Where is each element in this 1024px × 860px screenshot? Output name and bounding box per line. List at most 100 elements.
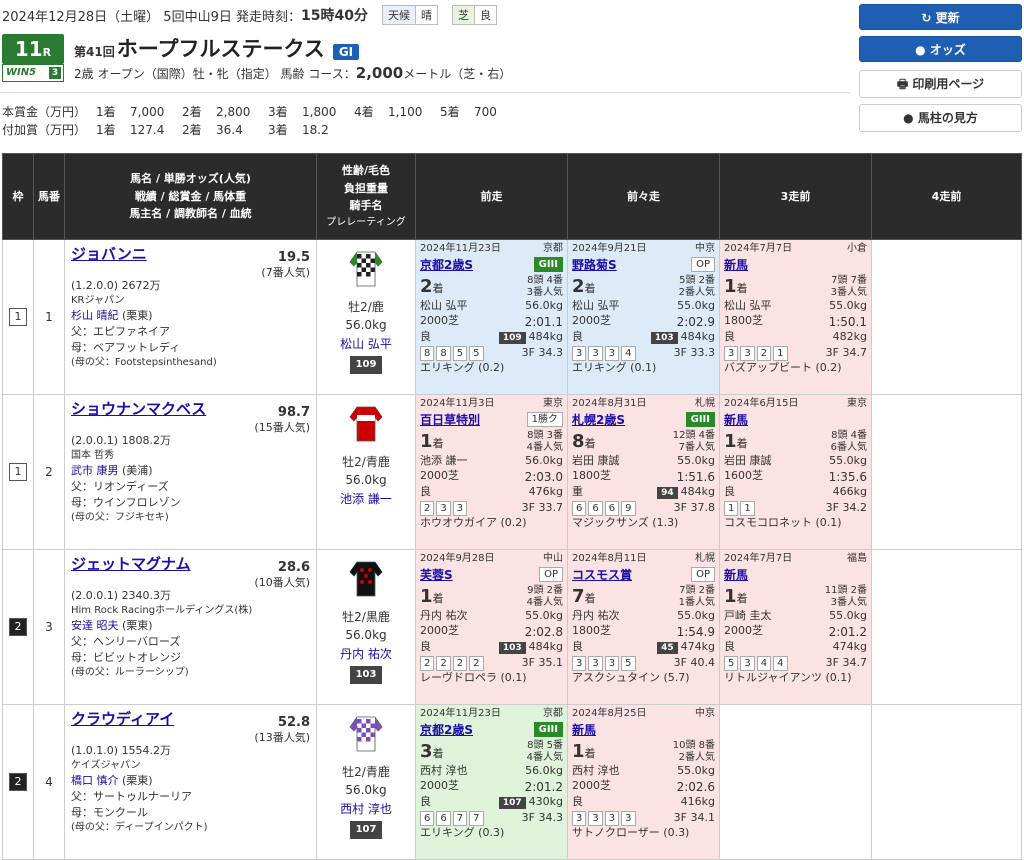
field-info: 8頭 3番 4番人気	[526, 429, 563, 453]
race-distance: 2000芝	[420, 778, 459, 792]
body-weight: 484kg	[528, 330, 563, 344]
carried-weight: 56.0kg	[345, 628, 387, 643]
race-course: 中京	[695, 243, 715, 254]
jockey-silk-icon	[349, 561, 383, 597]
race-course: 中山	[543, 553, 563, 564]
horse-name-link[interactable]: クラウディアイ	[71, 710, 174, 728]
sire: 父：エピファネイア	[71, 325, 170, 339]
race-name-link[interactable]: 札幌2歳S	[572, 412, 625, 428]
race-distance: 2000芝	[420, 623, 459, 637]
race-date: 2024年8月31日	[572, 398, 647, 409]
race-cell: 2024年7月7日 小倉 新馬 1着 7頭 7番 3番人気 松山 弘平 55.0kg 1…	[719, 239, 872, 395]
finish-place: 2着	[572, 275, 596, 297]
race-rating: 107	[498, 797, 526, 810]
corner-position: 6	[588, 500, 603, 517]
prize-rank: 3着	[268, 105, 288, 119]
horse-name-link[interactable]: ジェットマグナム	[71, 555, 191, 573]
jockey-link[interactable]: 丹内 祐次	[340, 647, 392, 661]
prize-label: 本賞金（万円）	[2, 105, 87, 119]
race-weight: 55.0kg	[677, 763, 715, 777]
race-distance: 2000芝	[572, 778, 611, 792]
race-distance: 1800芝	[572, 468, 611, 482]
sire: 父：リオンディーズ	[71, 480, 169, 494]
race-name-link[interactable]: 新馬	[724, 412, 748, 428]
winner-name: エリキング (0.1)	[572, 361, 657, 375]
corner-positions: 6669	[572, 500, 638, 517]
race-date: 2024年7月7日	[724, 243, 793, 254]
finish-place: 1着	[420, 430, 444, 452]
race-time: 1:50.1	[828, 314, 867, 329]
race-grade: 1勝ク	[526, 411, 563, 428]
jockey-silk-icon	[349, 716, 383, 752]
race-condition: 良	[420, 485, 431, 499]
corner-position: 5	[469, 345, 484, 362]
record-prize: (1.0.1.0) 1554.2万	[71, 743, 172, 757]
race-name-link[interactable]: 京都2歳S	[420, 722, 473, 738]
corner-position: 6	[420, 810, 435, 827]
winner-name: エリキング (0.2)	[420, 361, 505, 375]
race-cell: 2024年9月21日 中京 野路菊S OP 2着 5頭 2番 2番人気 松山 弘平 55.…	[567, 239, 720, 395]
corner-positions: 3321	[724, 345, 790, 362]
header-horse: 馬名 / 単勝オッズ(人気) 戦績 / 総賞金 / 馬体重 馬主名 / 調教師名 /…	[64, 153, 317, 240]
race-course: 小倉	[847, 243, 867, 254]
corner-position: 3	[572, 655, 587, 672]
jockey-link[interactable]: 西村 淳也	[340, 802, 392, 816]
trainer-link[interactable]: 杉山 晴紀	[71, 309, 119, 322]
date-info: 2024年12月28日（土曜） 5回中山9日 発走時刻：	[2, 9, 301, 25]
print-page-button[interactable]: 🖶 印刷用ページ	[859, 70, 1022, 98]
race-name-link[interactable]: 芙蓉S	[420, 567, 453, 583]
race-course: 東京	[847, 398, 867, 409]
race-name-link[interactable]: 野路菊S	[572, 257, 617, 273]
jockey-cell: 牡2/青鹿 56.0kg 西村 淳也 107	[316, 704, 416, 860]
winner-name: サトノクローザー (0.3)	[572, 826, 690, 840]
jockey-link[interactable]: 松山 弘平	[340, 337, 392, 351]
record-prize: (1.2.0.0) 2672万	[71, 278, 161, 292]
race-distance: 2000芝	[724, 623, 763, 637]
corner-position: 6	[572, 500, 587, 517]
corner-position: 3	[740, 655, 755, 672]
odds-button[interactable]: ● オッズ	[859, 36, 1022, 62]
corner-position: 2	[420, 500, 435, 517]
race-name-link[interactable]: 新馬	[724, 257, 748, 273]
trainer-link[interactable]: 安達 昭夫	[71, 619, 119, 632]
corner-position: 5	[724, 655, 739, 672]
prize-amount: 1,800	[302, 105, 337, 119]
refresh-button[interactable]: ↻ 更新	[859, 4, 1022, 30]
race-name-link[interactable]: コスモス賞	[572, 567, 632, 583]
field-info: 8頭 4番 3番人気	[526, 274, 563, 298]
field-info: 10頭 8番 2番人気	[672, 739, 715, 763]
sex-age: 牡2/青鹿	[342, 764, 390, 779]
trainer-link[interactable]: 橋口 慎介	[71, 774, 119, 787]
header-umaban: 馬番	[33, 153, 65, 240]
table-header-row: 枠 馬番 馬名 / 単勝オッズ(人気) 戦績 / 総賞金 / 馬体重 馬主名 / 調…	[2, 153, 1022, 240]
race-jockey: 丹内 祐次	[572, 608, 620, 622]
damsire: (母の父：フジキセキ)	[71, 512, 169, 523]
winner-name: エリキング (0.3)	[420, 826, 505, 840]
prize-amount: 1,100	[388, 105, 423, 119]
race-grade: GIII	[685, 411, 715, 428]
finish-place: 8着	[572, 430, 596, 452]
horse-name-link[interactable]: ショウナンマクベス	[71, 400, 206, 418]
trainer-link[interactable]: 武市 康男	[71, 464, 119, 477]
jockey-link[interactable]: 池添 謙一	[340, 492, 392, 506]
race-condition: 重	[572, 485, 583, 499]
finish-place: 1着	[724, 275, 748, 297]
waku-badge: 1	[9, 463, 27, 481]
jockey-cell: 牡2/黒鹿 56.0kg 丹内 祐次 103	[316, 549, 416, 705]
race-rating: 109	[498, 332, 526, 345]
finish-place: 1着	[420, 585, 444, 607]
finish-place: 7着	[572, 585, 596, 607]
race-name-link[interactable]: 百日草特別	[420, 412, 480, 428]
corner-position: 2	[469, 655, 484, 672]
guide-button[interactable]: ● 馬柱の見方	[859, 104, 1022, 132]
race-name-link[interactable]: 新馬	[572, 722, 596, 738]
horse-name-link[interactable]: ジョバンニ	[71, 245, 147, 263]
race-date: 2024年11月23日	[420, 243, 501, 254]
race-time: 2:02.6	[676, 779, 715, 794]
race-distance: 1800芝	[572, 623, 611, 637]
field-info: 5頭 2番 2番人気	[678, 274, 715, 298]
race-name-link[interactable]: 京都2歳S	[420, 257, 473, 273]
sex-age: 牡2/鹿	[348, 299, 384, 314]
race-name-link[interactable]: 新馬	[724, 567, 748, 583]
race-course: 京都	[543, 708, 563, 719]
